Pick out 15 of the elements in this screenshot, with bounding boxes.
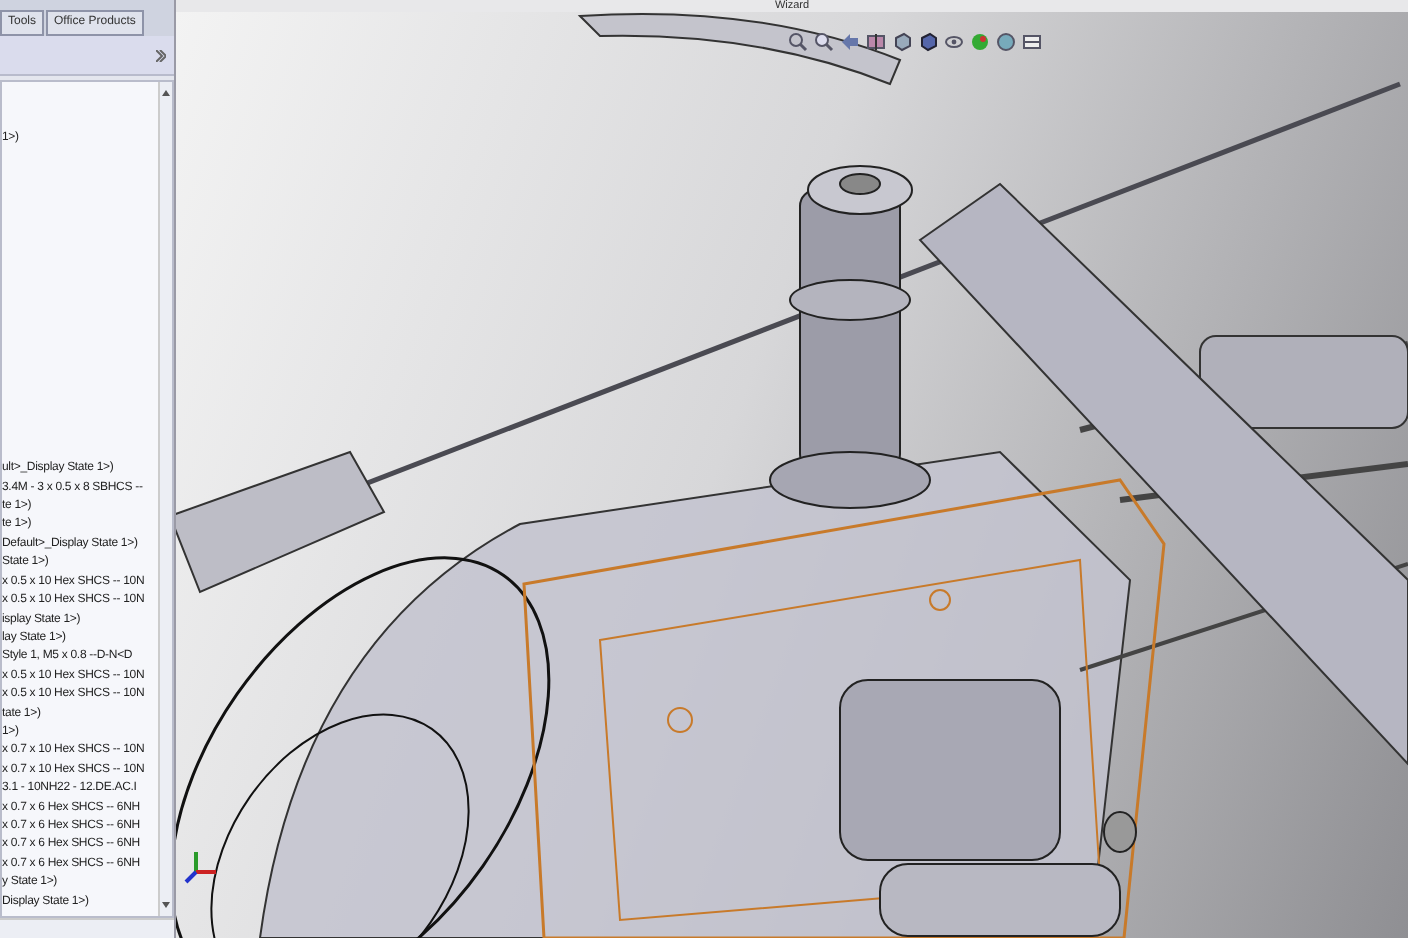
cube-icon[interactable] [892,32,912,52]
display-style-icon[interactable] [918,32,938,52]
scene-icon[interactable] [996,32,1016,52]
zoom-area-icon[interactable] [814,32,834,52]
horizontal-scrollbar[interactable] [0,918,174,938]
section-view-icon[interactable] [866,32,886,52]
coordinate-triad-icon [184,852,216,884]
chevron-icon[interactable] [156,49,166,61]
scroll-down-icon[interactable] [162,902,170,908]
previous-view-icon[interactable] [840,32,860,52]
scroll-up-icon[interactable] [162,90,170,96]
eye-icon[interactable] [944,32,964,52]
zoom-to-fit-icon[interactable] [788,32,808,52]
display-pane-icon[interactable] [1022,32,1042,52]
sphere-icon[interactable] [970,32,990,52]
